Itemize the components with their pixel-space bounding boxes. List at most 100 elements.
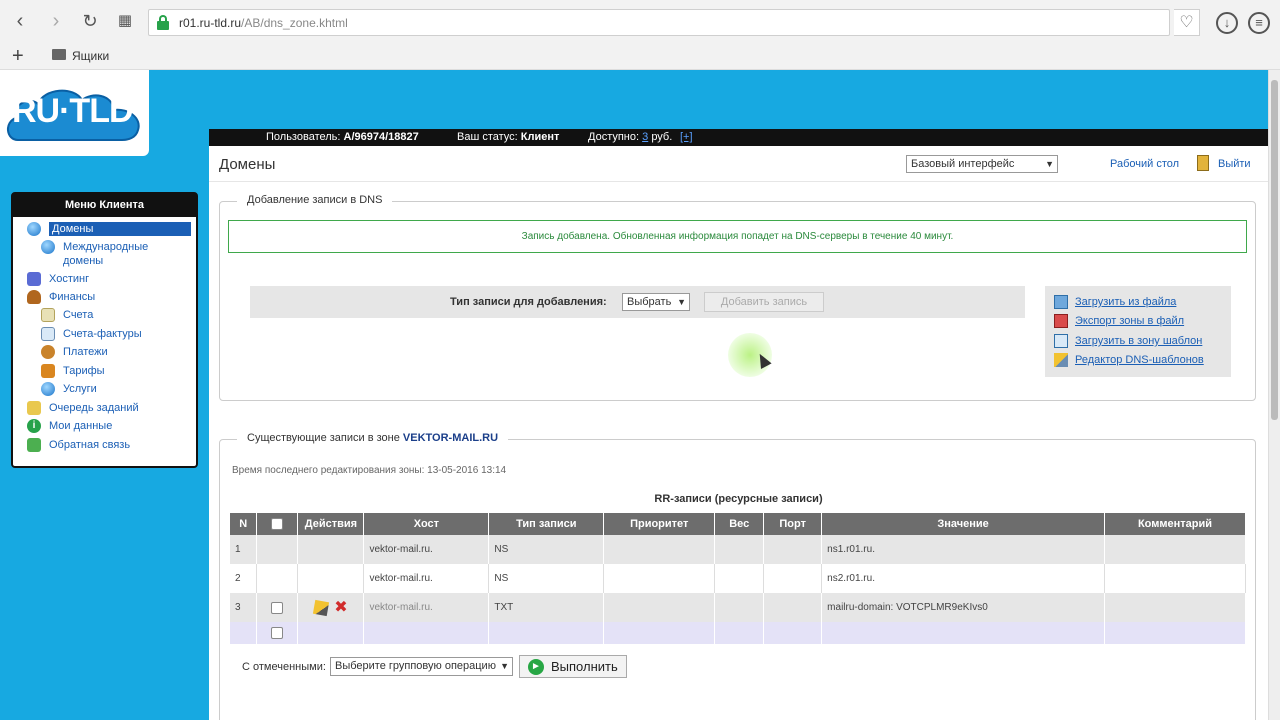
top-up-link[interactable]: [+] — [680, 129, 693, 146]
col-value: Значение — [821, 513, 1105, 535]
table-row: 3 ✖ vektor-mail.ru. TXT mailru-domain: V… — [230, 593, 1246, 622]
page: RU·TLD Меню Клиента Домены Международные… — [0, 70, 1268, 720]
logo-text: RU·TLD — [12, 92, 134, 130]
address-bar[interactable]: r01.ru-tld.ru/AB/dns_zone.khtml — [148, 9, 1170, 36]
rr-table: N Действия Хост Тип записи Приоритет Вес… — [230, 513, 1246, 644]
door-icon — [1197, 155, 1209, 171]
bookmark-folder[interactable]: Ящики — [72, 49, 109, 63]
edit-pencil-icon[interactable] — [313, 599, 330, 616]
menu-item-label: Международные домены — [63, 241, 149, 267]
ru-tld-logo[interactable]: RU·TLD — [0, 70, 149, 156]
add-record-bar: Тип записи для добавления: Выбрать ▼ Доба… — [250, 286, 1025, 318]
logout-link[interactable]: Выйти — [1218, 158, 1251, 170]
queue-icon — [27, 401, 41, 415]
edit-icon — [1054, 353, 1068, 367]
col-comment: Комментарий — [1104, 513, 1246, 535]
zone-tools-panel: Загрузить из файла Экспорт зоны в файл З… — [1045, 286, 1231, 377]
add-record-button[interactable]: Добавить запись — [704, 292, 824, 312]
rr-table-title: RR-записи (ресурсные записи) — [654, 493, 823, 505]
globe-icon — [27, 222, 41, 236]
group-operation-label: С отмеченными: — [242, 661, 326, 673]
menu-item-services[interactable]: Услуги — [41, 382, 97, 398]
table-row: 1 vektor-mail.ru. NS ns1.r01.ru. — [230, 535, 1246, 564]
document-icon — [41, 308, 55, 322]
col-type: Тип записи — [488, 513, 605, 535]
browser-toolbar: ‹ › ↻ ▦ r01.ru-tld.ru/AB/dns_zone.khtml … — [0, 0, 1280, 44]
menu-item-tax-invoices[interactable]: Счета-фактуры — [41, 327, 142, 343]
desktop-link[interactable]: Рабочий стол — [1110, 158, 1179, 170]
export-file-icon — [1054, 314, 1068, 328]
record-type-select[interactable]: Выбрать ▼ — [622, 293, 690, 311]
favorite-heart-icon[interactable]: ♡ — [1174, 9, 1200, 36]
chevron-down-icon: ▼ — [500, 661, 509, 671]
apps-grid-icon[interactable]: ▦ — [113, 9, 137, 33]
new-row-checkbox[interactable] — [256, 622, 299, 644]
menu-item-tariffs[interactable]: Тарифы — [41, 364, 105, 380]
table-row: 2 vektor-mail.ru. NS ns2.r01.ru. — [230, 564, 1246, 593]
browser-menu-icon[interactable]: ≡ — [1248, 12, 1270, 34]
export-zone-link[interactable]: Экспорт зоны в файл — [1054, 314, 1184, 328]
info-icon: i — [27, 419, 41, 433]
delete-x-icon[interactable]: ✖ — [334, 599, 347, 615]
lock-icon — [157, 15, 169, 30]
play-arrow-icon: ► — [528, 659, 544, 675]
user-label: Пользователь: A/96974/18827 — [266, 131, 419, 143]
menu-item-label: Обратная связь — [49, 439, 131, 451]
new-record-row — [230, 622, 1246, 644]
page-header: Домены Базовый интерфейс ▼ Рабочий стол В… — [209, 146, 1268, 182]
menu-item-label: Счета-фактуры — [63, 328, 142, 340]
balance-value[interactable]: 3 — [642, 131, 648, 143]
menu-item-label: Услуги — [63, 383, 97, 395]
reload-icon[interactable]: ↻ — [78, 9, 102, 33]
book-icon — [27, 272, 41, 286]
add-bookmark-icon[interactable]: + — [12, 45, 24, 68]
menu-item-label: Хостинг — [49, 273, 90, 285]
menu-item-hosting[interactable]: Хостинг — [27, 272, 89, 288]
add-record-legend: Добавление записи в DNS — [237, 194, 393, 206]
menu-item-label: Домены — [49, 222, 191, 236]
client-menu: Меню Клиента Домены Международные домены… — [11, 192, 198, 468]
table-header: N Действия Хост Тип записи Приоритет Вес… — [230, 513, 1246, 535]
record-type-label: Тип записи для добавления: — [450, 296, 607, 308]
mail-icon — [27, 438, 41, 452]
existing-records-legend: Существующие записи в зоне VEKTOR-MAIL.R… — [237, 432, 509, 444]
page-scrollbar[interactable] — [1268, 70, 1280, 720]
col-weight: Вес — [714, 513, 765, 535]
col-actions: Действия — [297, 513, 365, 535]
page-title: Домены — [219, 156, 276, 173]
url-text: r01.ru-tld.ru/AB/dns_zone.khtml — [179, 16, 348, 30]
globe-icon — [41, 240, 55, 254]
menu-item-my-data[interactable]: i Мои данные — [27, 419, 112, 435]
download-icon[interactable]: ↓ — [1216, 12, 1238, 34]
load-from-file-link[interactable]: Загрузить из файла — [1054, 295, 1176, 309]
menu-item-domains[interactable]: Домены — [27, 222, 191, 238]
menu-item-label: Очередь заданий — [49, 402, 139, 414]
menu-item-label: Мои данные — [49, 420, 113, 432]
interface-select[interactable]: Базовый интерфейс ▼ — [906, 155, 1058, 173]
chevron-down-icon: ▼ — [1045, 159, 1054, 169]
menu-item-finance[interactable]: Финансы — [27, 290, 95, 306]
documents-icon — [41, 327, 55, 341]
menu-item-label: Платежи — [63, 346, 108, 358]
forward-icon[interactable]: › — [44, 9, 68, 33]
col-priority: Приоритет — [603, 513, 716, 535]
menu-item-international-domains[interactable]: Международные домены — [41, 240, 163, 268]
template-editor-link[interactable]: Редактор DNS-шаблонов — [1054, 353, 1204, 367]
menu-item-label: Тарифы — [63, 365, 105, 377]
menu-item-feedback[interactable]: Обратная связь — [27, 438, 130, 454]
briefcase-icon — [41, 364, 55, 378]
load-template-link[interactable]: Загрузить в зону шаблон — [1054, 334, 1202, 348]
row-checkbox[interactable] — [256, 593, 299, 622]
menu-item-payments[interactable]: Платежи — [41, 345, 108, 361]
menu-item-invoices[interactable]: Счета — [41, 308, 93, 324]
back-icon[interactable]: ‹ — [8, 9, 32, 33]
menu-item-task-queue[interactable]: Очередь заданий — [27, 401, 139, 417]
globe-icon — [41, 382, 55, 396]
group-operation-select[interactable]: Выберите групповую операцию ▼ — [330, 657, 513, 676]
menu-item-label: Счета — [63, 309, 94, 321]
menu-item-label: Финансы — [49, 291, 96, 303]
folder-icon — [52, 49, 66, 60]
execute-button[interactable]: ► Выполнить — [519, 655, 627, 678]
select-all-checkbox[interactable] — [256, 513, 299, 535]
template-icon — [1054, 334, 1068, 348]
